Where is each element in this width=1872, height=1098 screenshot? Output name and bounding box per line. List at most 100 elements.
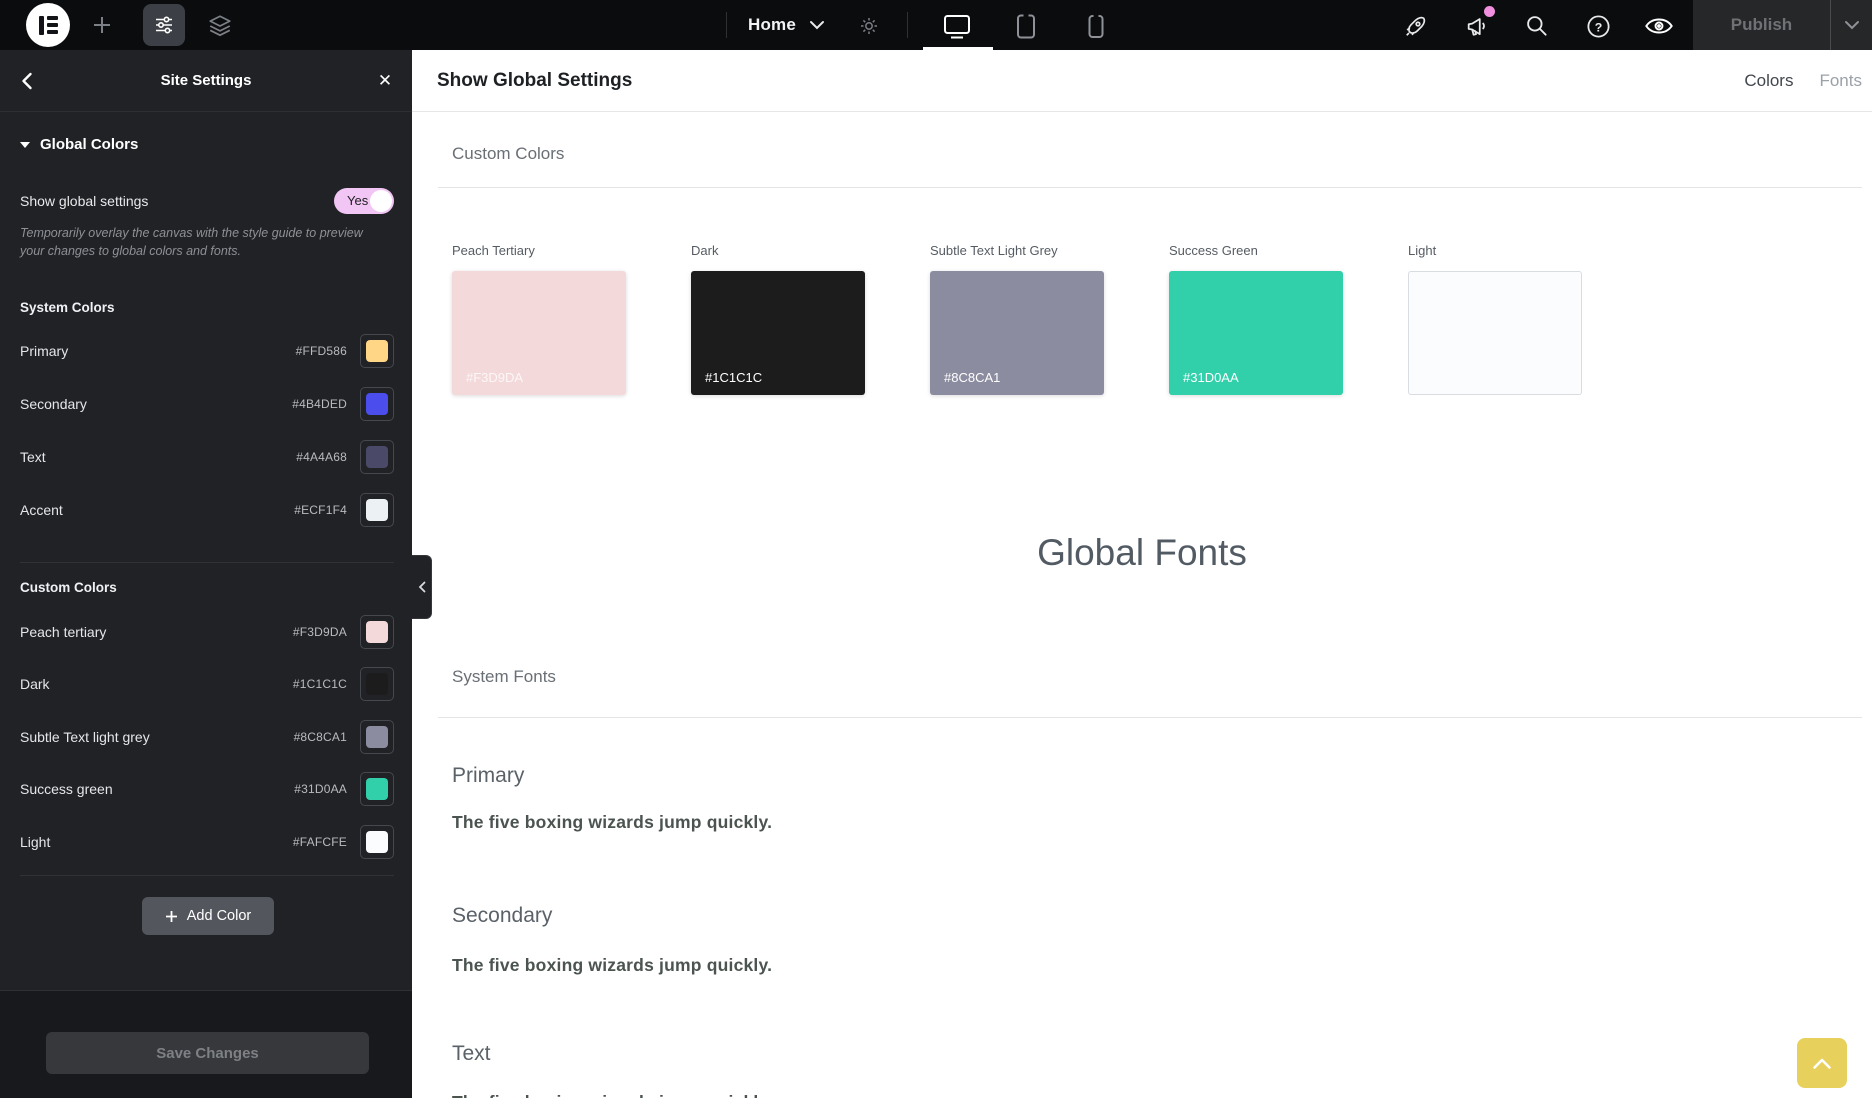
color-picker-button[interactable] [360,615,394,649]
color-label: Success green [20,781,294,797]
layers-icon [207,13,233,39]
color-hex: #ECF1F4 [294,503,347,517]
color-label: Dark [20,676,293,692]
color-label: Primary [20,343,296,359]
save-changes-button[interactable]: Save Changes [46,1032,369,1074]
color-card-subtle-text: #8C8CA1 [930,271,1104,395]
upgrade-button[interactable] [1400,12,1430,40]
document-menu[interactable]: Home [748,13,796,37]
global-colors-section-label: Global Colors [40,136,138,153]
color-swatch [366,393,388,415]
plus-icon [91,14,113,36]
system-fonts-section-heading: System Fonts [452,667,556,687]
device-desktop-button[interactable] [940,12,974,40]
global-settings-description: Temporarily overlay the canvas with the … [20,224,370,260]
color-row-primary: Primary #FFD586 [20,334,394,368]
help-button[interactable]: ? [1583,12,1613,40]
color-picker-button[interactable] [360,667,394,701]
panel-body: Global Colors Show global settings Yes T… [0,112,412,990]
color-card-hex: #1C1C1C [705,370,762,385]
elementor-logo[interactable] [26,3,70,47]
structure-button[interactable] [206,13,234,39]
color-picker-button[interactable] [360,720,394,754]
active-device-underline [923,47,993,50]
color-card-column: Peach Tertiary #F3D9DA [452,243,660,395]
color-swatch [366,778,388,800]
tab-colors[interactable]: Colors [1744,71,1793,91]
style-guide-title: Show Global Settings [437,70,632,92]
chevron-down-icon [1843,19,1861,31]
panel-header: Site Settings ✕ [0,50,412,112]
site-settings-button[interactable] [143,4,185,46]
system-colors-heading: System Colors [20,300,115,315]
color-card-dark: #1C1C1C [691,271,865,395]
back-button[interactable] [12,66,42,96]
section-rule [438,187,1862,188]
color-card-column: Success Green #31D0AA [1169,243,1377,395]
search-icon [1524,13,1550,39]
device-tablet-button[interactable] [1012,12,1040,40]
svg-text:?: ? [1594,20,1602,34]
panel-footer: Save Changes [0,990,412,1098]
custom-colors-heading: Custom Colors [20,580,117,595]
section-divider [20,562,394,563]
close-button[interactable]: ✕ [370,66,400,96]
panel-title: Site Settings [0,72,412,89]
preview-eye-icon [1644,14,1674,38]
color-picker-button[interactable] [360,387,394,421]
color-picker-button[interactable] [360,493,394,527]
color-row-light: Light #FAFCFE [20,825,394,859]
show-global-settings-label: Show global settings [20,193,148,209]
color-picker-button[interactable] [360,440,394,474]
add-element-button[interactable] [90,14,114,36]
color-picker-button[interactable] [360,825,394,859]
color-label: Subtle Text light grey [20,729,294,745]
add-color-button[interactable]: Add Color [142,897,274,935]
chevron-left-icon [418,581,426,593]
color-card-hex: #31D0AA [1183,370,1239,385]
publish-options-button[interactable] [1831,19,1872,31]
plus-icon [165,910,178,923]
device-mobile-button[interactable] [1084,13,1108,39]
color-hex: #4A4A68 [296,450,347,464]
close-icon: ✕ [378,71,392,91]
global-colors-section-toggle[interactable]: Global Colors [20,136,138,153]
color-card-peach-tertiary: #F3D9DA [452,271,626,395]
color-picker-button[interactable] [360,334,394,368]
tab-fonts[interactable]: Fonts [1819,71,1862,91]
panel-collapse-handle[interactable] [412,555,432,619]
color-swatch [366,499,388,521]
color-swatch [366,726,388,748]
page-settings-button[interactable] [856,13,882,39]
help-icon: ? [1585,13,1612,40]
toggle-knob [370,190,392,212]
toolbar-divider [726,12,727,38]
global-fonts-heading: Global Fonts [412,532,1872,574]
color-card-label: Dark [691,243,899,258]
color-row-peach-tertiary: Peach tertiary #F3D9DA [20,615,394,649]
color-hex: #F3D9DA [293,625,347,639]
color-swatch [366,340,388,362]
color-card-column: Subtle Text Light Grey #8C8CA1 [930,243,1138,395]
color-picker-button[interactable] [360,772,394,806]
section-divider [20,875,394,876]
publish-zone: Publish [1693,0,1872,50]
color-hex: #8C8CA1 [294,730,347,744]
document-menu-caret[interactable] [808,18,826,32]
color-swatch [366,621,388,643]
color-hex: #31D0AA [294,782,347,796]
color-row-dark: Dark #1C1C1C [20,667,394,701]
preview-button[interactable] [1643,13,1675,39]
color-label: Text [20,449,296,465]
color-label: Accent [20,502,294,518]
color-card-column: Light [1408,243,1616,395]
scroll-to-top-button[interactable] [1797,1038,1847,1088]
color-row-subtle-text: Subtle Text light grey #8C8CA1 [20,720,394,754]
custom-colors-section-heading: Custom Colors [452,144,564,164]
font-primary-name: Primary [452,764,524,788]
toolbar-divider [907,12,908,38]
show-global-settings-toggle[interactable]: Yes [334,188,394,214]
finder-search-button[interactable] [1522,12,1552,40]
elementor-logo-glyph [39,16,58,35]
publish-button[interactable]: Publish [1693,15,1830,35]
